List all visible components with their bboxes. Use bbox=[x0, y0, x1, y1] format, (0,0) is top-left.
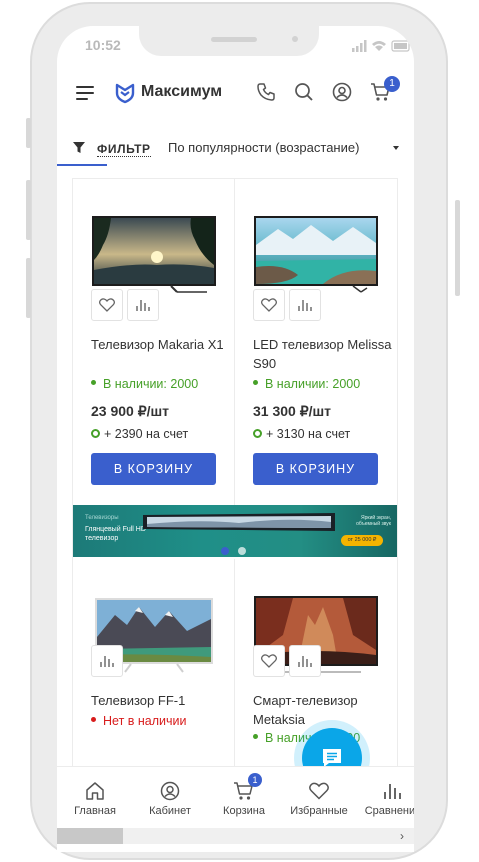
bonus-text: + 3130 на счет bbox=[266, 427, 351, 441]
add-to-cart-button[interactable]: В КОРЗИНУ bbox=[253, 453, 378, 485]
stock-status: В наличии: 2000 bbox=[91, 377, 198, 391]
scrollbar-thumb[interactable] bbox=[57, 828, 123, 844]
phone-screen: 10:52 Максимум 1 ФИЛЬТР По популярности … bbox=[57, 26, 414, 852]
product-title[interactable]: LED телевизор Melissa S90 bbox=[253, 335, 393, 373]
user-icon bbox=[160, 781, 180, 801]
nav-label: Корзина bbox=[223, 805, 265, 817]
mute-switch bbox=[26, 118, 31, 148]
nav-account[interactable]: Кабинет bbox=[134, 777, 206, 817]
product-title[interactable]: Телевизор FF-1 bbox=[91, 691, 231, 710]
banner-category: Телевизоры bbox=[85, 515, 119, 521]
add-to-favorites-button[interactable] bbox=[253, 289, 285, 321]
notch bbox=[139, 26, 319, 56]
banner-price-badge: от 25 000 ₽ bbox=[341, 535, 383, 546]
nav-label: Главная bbox=[74, 805, 116, 817]
bonus-icon bbox=[253, 429, 262, 438]
logo-icon[interactable] bbox=[114, 82, 136, 104]
product-price: 31 300 ₽/шт bbox=[253, 403, 332, 419]
status-bar: 10:52 bbox=[57, 26, 414, 66]
banner-pagination bbox=[221, 542, 255, 560]
signal-bar-2 bbox=[356, 46, 359, 52]
add-to-compare-button[interactable] bbox=[289, 645, 321, 677]
logo-text[interactable]: Максимум bbox=[141, 83, 222, 101]
signal-bar-3 bbox=[360, 43, 363, 52]
compare-icon bbox=[136, 300, 150, 311]
product-grid: Телевизор Makaria X1 В наличии: 2000 23 … bbox=[72, 178, 398, 819]
wifi-icon bbox=[372, 41, 386, 51]
battery-level bbox=[394, 43, 407, 49]
compare-icon bbox=[384, 784, 401, 799]
home-icon bbox=[86, 782, 104, 800]
bonus-points: + 3130 на счет bbox=[253, 427, 350, 441]
product-price: 23 900 ₽/шт bbox=[91, 403, 170, 419]
heart-icon bbox=[309, 782, 329, 800]
product-image[interactable] bbox=[91, 215, 217, 293]
status-time: 10:52 bbox=[85, 37, 121, 53]
chevron-down-icon[interactable] bbox=[393, 146, 399, 150]
heart-icon bbox=[99, 298, 115, 312]
compare-icon bbox=[298, 656, 312, 667]
bottom-navigation: Главная Кабинет 1 Корзина Избранные Срав… bbox=[57, 766, 414, 828]
stock-status: В наличии: 2000 bbox=[253, 377, 360, 391]
product-card[interactable]: Телевизор Makaria X1 В наличии: 2000 23 … bbox=[73, 179, 235, 505]
nav-label: Избранные bbox=[290, 805, 348, 817]
compare-icon bbox=[298, 300, 312, 311]
power-button bbox=[455, 200, 460, 296]
nav-home[interactable]: Главная bbox=[59, 777, 131, 817]
compare-icon bbox=[100, 656, 114, 667]
nav-favorites[interactable]: Избранные bbox=[283, 777, 355, 817]
app-header: Максимум 1 bbox=[57, 66, 414, 166]
nav-cart-badge: 1 bbox=[248, 773, 262, 787]
status-icons bbox=[352, 40, 410, 52]
scroll-right-icon[interactable]: › bbox=[400, 829, 404, 843]
add-to-compare-button[interactable] bbox=[289, 289, 321, 321]
filter-button[interactable]: ФИЛЬТР bbox=[97, 142, 151, 157]
account-icon[interactable] bbox=[332, 82, 352, 102]
horizontal-scrollbar[interactable]: › bbox=[57, 828, 414, 844]
bonus-points: + 2390 на счет bbox=[91, 427, 188, 441]
heart-icon bbox=[261, 654, 277, 668]
pagination-dot[interactable] bbox=[238, 547, 246, 555]
volume-down-button bbox=[26, 258, 31, 318]
filter-bar: ФИЛЬТР По популярности (возрастание) bbox=[57, 136, 414, 162]
add-to-cart-button[interactable]: В КОРЗИНУ bbox=[91, 453, 216, 485]
add-to-favorites-button[interactable] bbox=[91, 289, 123, 321]
cart-count-badge: 1 bbox=[384, 76, 400, 92]
banner-tv-image bbox=[143, 513, 335, 531]
sort-select[interactable]: По популярности (возрастание) bbox=[168, 140, 359, 155]
bonus-text: + 2390 на счет bbox=[104, 427, 189, 441]
stock-status: Нет в наличии bbox=[91, 714, 186, 728]
pagination-dot-active[interactable] bbox=[221, 547, 229, 555]
speaker bbox=[211, 37, 257, 42]
nav-cart[interactable]: 1 Корзина bbox=[208, 773, 280, 817]
product-card[interactable]: LED телевизор Melissa S90 В наличии: 200… bbox=[235, 179, 397, 505]
nav-compare[interactable]: Сравнение bbox=[357, 777, 414, 817]
product-title[interactable]: Телевизор Makaria X1 bbox=[91, 335, 231, 354]
signal-bar-1 bbox=[352, 48, 355, 52]
filter-icon[interactable] bbox=[73, 142, 85, 154]
add-to-favorites-button[interactable] bbox=[253, 645, 285, 677]
volume-up-button bbox=[26, 180, 31, 240]
bonus-icon bbox=[91, 429, 100, 438]
banner-subtitle: Яркий экран, объемный звук bbox=[356, 515, 391, 527]
front-camera bbox=[292, 36, 298, 42]
heart-icon bbox=[261, 298, 277, 312]
signal-bar-4 bbox=[364, 40, 367, 52]
header-active-indicator bbox=[57, 164, 107, 166]
product-image[interactable] bbox=[253, 215, 379, 293]
phone-icon[interactable] bbox=[256, 82, 276, 102]
nav-label: Кабинет bbox=[149, 805, 191, 817]
add-to-compare-button[interactable] bbox=[91, 645, 123, 677]
nav-label: Сравнение bbox=[364, 805, 414, 817]
add-to-compare-button[interactable] bbox=[127, 289, 159, 321]
menu-icon[interactable] bbox=[76, 86, 94, 100]
search-icon[interactable] bbox=[294, 82, 314, 102]
